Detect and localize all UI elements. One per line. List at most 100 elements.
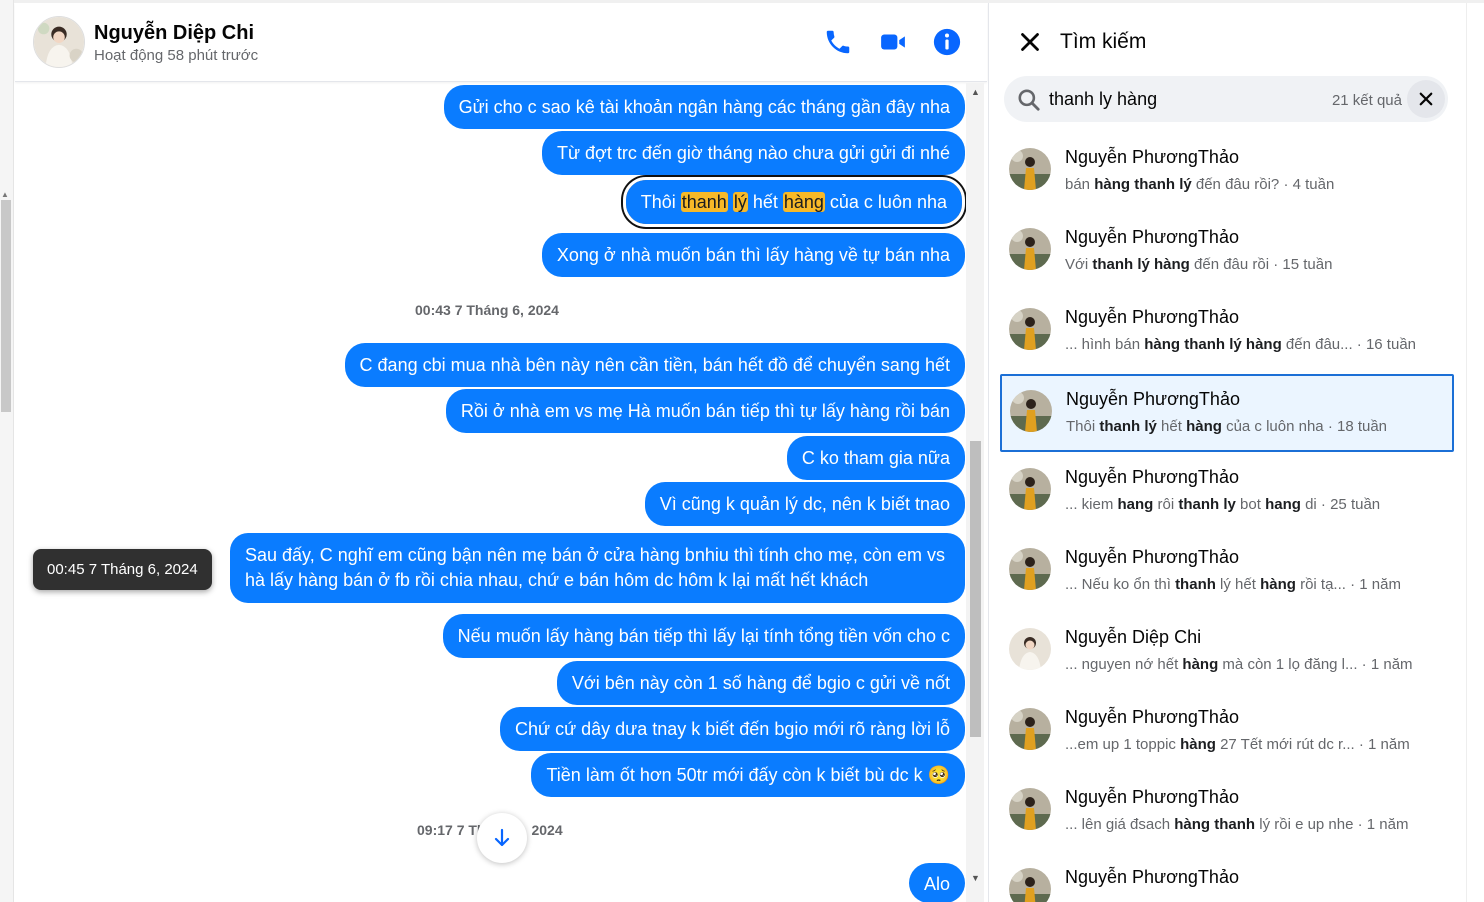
snippet-text: mà còn 1 lọ đăng l... · 1 năm bbox=[1218, 656, 1413, 673]
search-panel: Tìm kiếm 21 kết quả Nguyễn PhươngThảo bán… bbox=[988, 3, 1466, 902]
contact-name[interactable]: Nguyễn Diệp Chi bbox=[94, 22, 254, 45]
message-text: Thôi bbox=[640, 192, 681, 212]
message-bubble[interactable]: Sau đấy, C nghĩ em cũng bận nên mẹ bán ở… bbox=[230, 533, 965, 603]
result-name: Nguyễn PhươngThảo bbox=[1065, 227, 1239, 247]
message-list: Gửi cho c sao kê tài khoản ngân hàng các… bbox=[15, 83, 966, 902]
snippet-text: ... Nếu ko ổn thì bbox=[1065, 576, 1176, 593]
snippet-text: đến đâu rồi? · 4 tuần bbox=[1191, 176, 1335, 193]
result-avatar bbox=[1009, 548, 1051, 590]
result-name: Nguyễn PhươngThảo bbox=[1065, 867, 1239, 887]
timestamp-part: 2024 bbox=[531, 822, 563, 838]
result-snippet: ... hình bán hàng thanh lý hàng đến đâu.… bbox=[1065, 336, 1416, 353]
result-snippet: Với thanh lý hàng đến đâu rồi · 15 tuần bbox=[1065, 256, 1332, 273]
snippet-text: ... kiem bbox=[1065, 496, 1118, 513]
message-bubble[interactable]: Nếu muốn lấy hàng bán tiếp thì lấy lại t… bbox=[442, 614, 965, 658]
snippet-match: hàng bbox=[1260, 576, 1296, 593]
message-bubble[interactable]: Từ đợt trc đến giờ tháng nào chưa gửi gử… bbox=[541, 131, 965, 175]
snippet-match: hang bbox=[1117, 496, 1154, 513]
snippet-text: Thôi bbox=[1066, 418, 1100, 435]
video-camera-icon[interactable] bbox=[878, 27, 908, 57]
scrollbar-thumb[interactable] bbox=[1, 200, 11, 412]
snippet-text: rôi bbox=[1153, 496, 1179, 513]
snippet-match: thanh ly bbox=[1178, 496, 1236, 513]
result-name: Nguyễn PhươngThảo bbox=[1065, 547, 1239, 567]
search-result-item[interactable]: Nguyễn PhươngThảo ... kiem hang rôi thanh… bbox=[1001, 454, 1453, 532]
message-bubble[interactable]: Tiền làm ốt hơn 50tr mới đấy còn k biết … bbox=[531, 753, 965, 797]
snippet-match: hàng bbox=[1186, 418, 1222, 435]
scroll-down-arrow[interactable]: ▼ bbox=[971, 873, 980, 883]
snippet-text: ... nguyen nớ hết bbox=[1065, 656, 1183, 673]
message-bubble[interactable]: Chứ cứ dây dưa tnay k biết đến bgio mới … bbox=[500, 707, 965, 751]
result-avatar bbox=[1009, 868, 1051, 902]
result-name: Nguyễn PhươngThảo bbox=[1066, 389, 1240, 409]
snippet-text: đến đâu rồi · 15 tuần bbox=[1189, 256, 1333, 273]
message-text: của c luôn nha bbox=[824, 192, 947, 212]
snippet-match: hàng bbox=[1180, 736, 1216, 753]
search-box[interactable]: 21 kết quả bbox=[1004, 76, 1448, 122]
search-result-item[interactable]: Nguyễn PhươngThảo ... Nếu ko ổn thì thanh… bbox=[1001, 534, 1453, 612]
message-bubble[interactable]: Vì cũng k quản lý dc, nên k biết tnao bbox=[644, 482, 965, 526]
result-avatar bbox=[1010, 390, 1052, 432]
result-name: Nguyễn PhươngThảo bbox=[1065, 707, 1239, 727]
result-snippet: ... lên giá đsach hàng thanh lý rồi e up… bbox=[1065, 816, 1408, 833]
panel-title: Tìm kiếm bbox=[1060, 30, 1147, 53]
result-avatar bbox=[1009, 788, 1051, 830]
search-result-item[interactable]: Nguyễn PhươngThảo ... lên giá đsach hàng … bbox=[1001, 774, 1453, 852]
search-highlight: hàng bbox=[782, 192, 825, 212]
message-bubble[interactable]: Với bên này còn 1 số hàng để bgio c gửi … bbox=[556, 661, 965, 705]
message-bubble[interactable]: Gửi cho c sao kê tài khoản ngân hàng các… bbox=[443, 85, 965, 129]
clear-search-button[interactable] bbox=[1407, 80, 1445, 118]
snippet-text: bot bbox=[1235, 496, 1266, 513]
search-result-item[interactable]: Nguyễn Diệp Chi ... nguyen nớ hết hàng mà… bbox=[1001, 614, 1453, 692]
message-timestamp: 00:43 7 Tháng 6, 2024 bbox=[415, 302, 559, 318]
message-bubble[interactable]: C đang cbi mua nhà bên này nên cần tiền,… bbox=[344, 343, 965, 387]
scroll-up-arrow[interactable]: ▲ bbox=[1, 190, 9, 199]
search-result-item[interactable]: Nguyễn PhươngThảo ...em up 1 toppic hàng … bbox=[1001, 694, 1453, 772]
message-bubble[interactable]: Xong ở nhà muốn bán thì lấy hàng về tự b… bbox=[541, 233, 965, 277]
panel-scrollbar[interactable] bbox=[1466, 3, 1484, 902]
snippet-text: lý hết bbox=[1215, 576, 1261, 593]
snippet-match: hàng thanh lý bbox=[1094, 176, 1192, 193]
search-input[interactable] bbox=[1049, 86, 1299, 112]
search-result-item[interactable]: Nguyễn PhươngThảo bbox=[1001, 854, 1453, 902]
snippet-text: Với bbox=[1065, 256, 1093, 273]
scroll-to-bottom-button[interactable] bbox=[477, 813, 527, 863]
result-snippet: ... Nếu ko ổn thì thanh lý hết hàng rồi … bbox=[1065, 576, 1401, 593]
search-result-item[interactable]: Nguyễn PhươngThảo ... hình bán hàng thanh… bbox=[1001, 294, 1453, 372]
info-icon[interactable] bbox=[932, 27, 962, 57]
snippet-match: thanh lý hàng bbox=[1092, 256, 1190, 273]
scroll-up-arrow[interactable]: ▲ bbox=[971, 87, 980, 97]
close-icon[interactable] bbox=[1015, 27, 1045, 57]
search-result-item[interactable]: Nguyễn PhươngThảo Thôi thanh lý hết hàng … bbox=[1000, 374, 1454, 452]
result-snippet: bán hàng thanh lý đến đâu rồi? · 4 tuần bbox=[1065, 176, 1334, 193]
result-avatar bbox=[1009, 468, 1051, 510]
result-name: Nguyễn Diệp Chi bbox=[1065, 627, 1202, 647]
search-result-item[interactable]: Nguyễn PhươngThảo Với thanh lý hàng đến đ… bbox=[1001, 214, 1453, 292]
arrow-down-icon bbox=[494, 828, 510, 847]
result-name: Nguyễn PhươngThảo bbox=[1065, 467, 1239, 487]
snippet-text: ... hình bán bbox=[1065, 336, 1145, 353]
snippet-match: hàng bbox=[1182, 656, 1219, 673]
search-highlight: lý bbox=[732, 192, 748, 212]
scrollbar-thumb[interactable] bbox=[970, 441, 981, 737]
close-icon bbox=[1419, 92, 1433, 106]
message-bubble-search-match[interactable]: Thôi thanh lý hết hàng của c luôn nha bbox=[622, 177, 966, 227]
phone-icon[interactable] bbox=[823, 27, 853, 57]
message-bubble[interactable]: C ko tham gia nữa bbox=[786, 436, 965, 480]
result-avatar bbox=[1009, 228, 1051, 270]
chat-header: Nguyễn Diệp Chi Hoạt động 58 phút trước bbox=[15, 3, 987, 82]
result-name: Nguyễn PhươngThảo bbox=[1065, 787, 1239, 807]
left-scrollbar[interactable]: ▲ bbox=[0, 0, 14, 902]
search-result-item[interactable]: Nguyễn PhươngThảo bán hàng thanh lý đến đ… bbox=[1001, 134, 1453, 212]
snippet-text: của c luôn nha · 18 tuần bbox=[1221, 418, 1388, 435]
result-avatar bbox=[1009, 308, 1051, 350]
snippet-match: hang bbox=[1265, 496, 1301, 513]
result-snippet: ...em up 1 toppic hàng 27 Tết mới rút dc… bbox=[1065, 736, 1410, 753]
message-bubble[interactable]: Alo bbox=[908, 863, 965, 902]
chat-scrollbar[interactable]: ▲ ▼ bbox=[966, 83, 984, 902]
message-bubble[interactable]: Rồi ở nhà em vs mẹ Hà muốn bán tiếp thì … bbox=[445, 389, 965, 433]
contact-avatar[interactable] bbox=[33, 16, 85, 68]
result-avatar bbox=[1009, 708, 1051, 750]
result-name: Nguyễn PhươngThảo bbox=[1065, 307, 1239, 327]
result-snippet: ... nguyen nớ hết hàng mà còn 1 lọ đăng … bbox=[1065, 656, 1413, 673]
